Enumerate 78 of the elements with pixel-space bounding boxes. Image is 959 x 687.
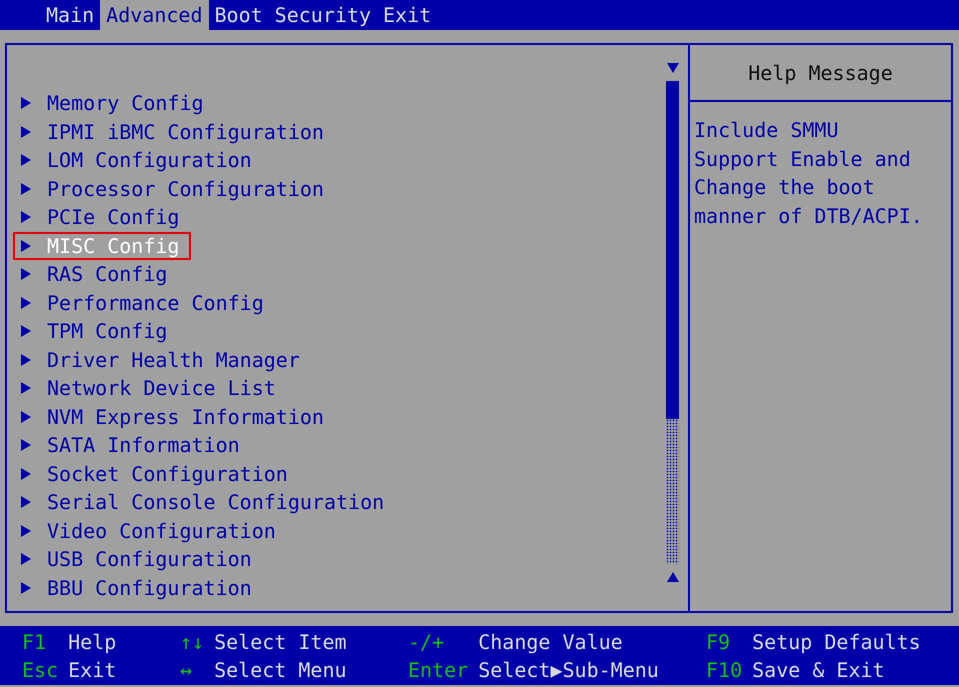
- menu-item-label: MISC Config: [47, 232, 180, 259]
- help-title: Help Message: [748, 60, 893, 84]
- menu-item-label: Serial Console Configuration: [47, 489, 384, 516]
- menu-item-label: Network Device List: [47, 375, 276, 402]
- shortcut-key: Esc: [22, 656, 58, 684]
- submenu-arrow-icon: [21, 553, 31, 566]
- menu-item[interactable]: Network Device List: [13, 374, 288, 402]
- shortcut-key: F9: [706, 628, 742, 656]
- menu-item[interactable]: SATA Information: [13, 431, 252, 460]
- submenu-arrow-icon: [21, 354, 31, 366]
- help-text: Include SMMU Support Enable and Change the boot manner of DTB/ACPI.: [693, 117, 924, 230]
- submenu-arrow-icon: [21, 240, 31, 252]
- shortcut-action: Select Item: [214, 629, 347, 656]
- shortcut-key: F10: [706, 656, 742, 684]
- menu-item-label: TPM Config: [47, 318, 168, 344]
- menu-item[interactable]: MISC Config: [13, 232, 192, 260]
- menu-item[interactable]: PCIe Config: [13, 203, 192, 232]
- menu-item[interactable]: Processor Configuration: [13, 174, 336, 203]
- shortcut-action: Select▶Sub-Menu: [478, 657, 659, 684]
- menu-item[interactable]: TPM Config: [13, 317, 180, 346]
- menu-item-label: LOM Configuration: [47, 147, 252, 174]
- menu-item[interactable]: BBU Configuration: [13, 574, 264, 602]
- menu-item-label: Driver Health Manager: [47, 346, 300, 373]
- menu-item-label: Video Configuration: [47, 518, 276, 544]
- submenu-arrow-icon: [21, 97, 31, 110]
- menu-item-label: Performance Config: [47, 290, 264, 316]
- menu-item[interactable]: Driver Health Manager: [13, 346, 312, 374]
- shortcut-action: Setup Defaults: [752, 629, 921, 656]
- submenu-arrow-icon: [21, 182, 31, 195]
- submenu-arrow-icon: [21, 468, 31, 480]
- shortcut-action: Help: [68, 629, 116, 656]
- menu-item-label: Processor Configuration: [47, 176, 324, 202]
- menu-item-label: Memory Config: [47, 90, 204, 116]
- menu-tab[interactable]: Main: [40, 0, 100, 30]
- shortcut-action: Select Menu: [214, 657, 347, 684]
- submenu-arrow-icon: [21, 154, 31, 166]
- menu-item[interactable]: NVM Express Information: [13, 402, 336, 431]
- submenu-arrow-icon: [21, 496, 31, 508]
- menu-item-label: BBU Configuration: [47, 574, 252, 601]
- submenu-arrow-icon: [21, 582, 31, 594]
- menu-item-label: USB Configuration: [47, 546, 252, 572]
- submenu-arrow-icon: [21, 211, 31, 224]
- menu-item-label: RAS Config: [47, 261, 168, 288]
- menu-item[interactable]: Video Configuration: [13, 516, 288, 545]
- menu-tab[interactable]: Security: [268, 0, 377, 30]
- menu-item-label: SATA Information: [47, 432, 240, 458]
- menu-item[interactable]: Serial Console Configuration: [13, 488, 396, 516]
- shortcut-action: Exit: [68, 657, 116, 684]
- menu-item[interactable]: Performance Config: [13, 288, 276, 317]
- menu-tab[interactable]: Exit: [377, 0, 438, 30]
- submenu-arrow-icon: [21, 382, 31, 394]
- shortcut-key: -/+: [408, 628, 468, 656]
- shortcut-action: Change Value: [478, 629, 624, 656]
- menu-item-label: Socket Configuration: [47, 460, 288, 487]
- submenu-arrow-icon: [21, 325, 31, 338]
- shortcut-key: ↑↓: [180, 628, 204, 656]
- submenu-arrow-icon: [21, 296, 31, 309]
- menu-item[interactable]: Socket Configuration: [13, 460, 300, 488]
- shortcut-key: ↔: [180, 656, 204, 684]
- menu-item-label: PCIe Config: [47, 204, 180, 230]
- scroll-up-icon[interactable]: [666, 572, 678, 582]
- shortcut-key: F1: [22, 628, 58, 656]
- submenu-arrow-icon: [21, 268, 31, 280]
- menu-item[interactable]: Memory Config: [13, 89, 216, 118]
- menu-item-label: IPMI iBMC Configuration: [47, 118, 324, 145]
- shortcut-key: Enter: [408, 656, 468, 684]
- menu-item[interactable]: IPMI iBMC Configuration: [13, 118, 336, 146]
- menu-item[interactable]: USB Configuration: [13, 545, 264, 574]
- submenu-arrow-icon: [21, 524, 31, 537]
- menu-tab[interactable]: Boot: [208, 0, 269, 30]
- menu-item[interactable]: RAS Config: [13, 260, 180, 288]
- submenu-arrow-icon: [21, 126, 31, 138]
- menu-tab[interactable]: Advanced: [100, 0, 208, 30]
- submenu-arrow-icon: [21, 410, 31, 423]
- submenu-arrow-icon: [21, 439, 31, 452]
- menu-item[interactable]: LOM Configuration: [13, 146, 264, 174]
- menu-item-label: NVM Express Information: [47, 404, 324, 430]
- shortcut-action: Save & Exit: [752, 657, 886, 684]
